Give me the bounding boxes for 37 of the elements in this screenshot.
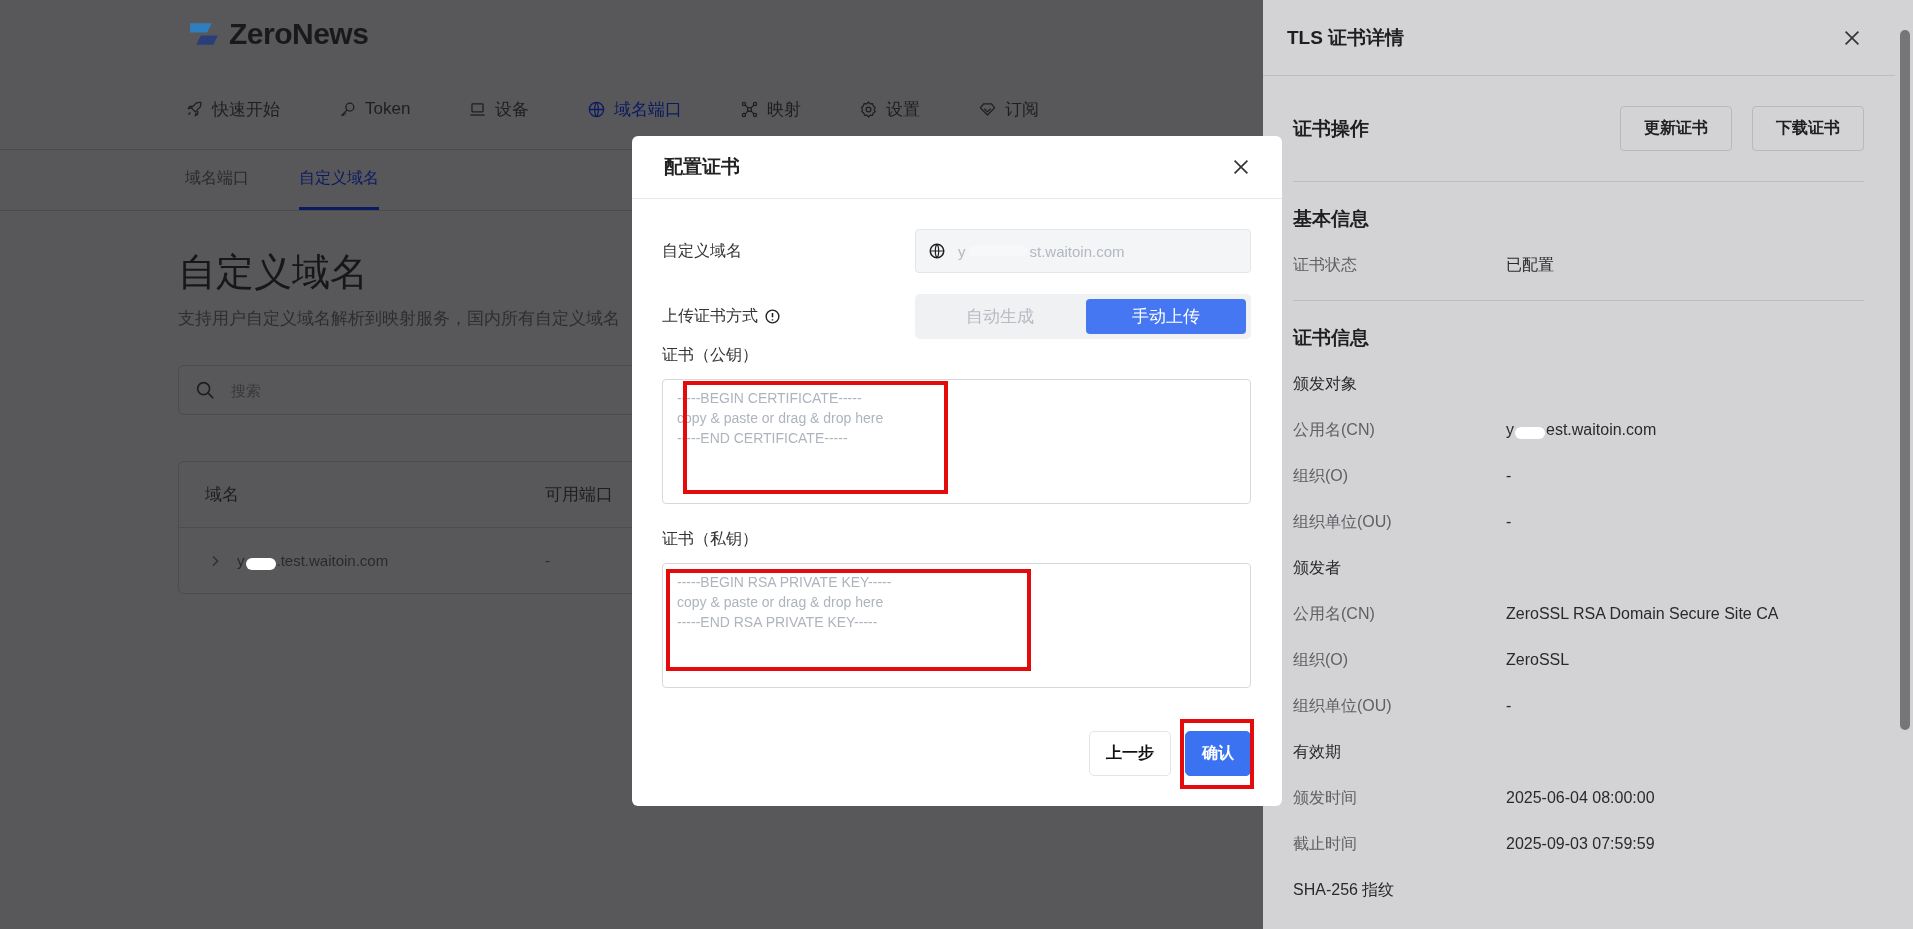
field-value-start: y [1506, 421, 1514, 439]
field-label: 上传证书方式 [662, 306, 758, 326]
field-label: 组织单位(OU) [1293, 511, 1393, 532]
logo: ZeroNews [229, 17, 369, 51]
dialog-title: 配置证书 [664, 155, 740, 179]
group-label: SHA-256 指纹 [1293, 879, 1395, 900]
field-value: 2025-09-03 07:59:59 [1506, 835, 1655, 853]
section-title: 证书信息 [1293, 326, 1370, 350]
field-value: 2025-06-04 08:00:00 [1506, 789, 1655, 807]
drawer-title: TLS 证书详情 [1287, 25, 1405, 50]
column-header: 可用端口 [544, 484, 613, 506]
field-label: 自定义域名 [662, 240, 742, 261]
section-title: 基本信息 [1293, 207, 1370, 231]
column-header: 域名 [204, 484, 239, 506]
field-label: 颁发时间 [1293, 787, 1358, 808]
field-label: 组织(O) [1293, 465, 1350, 486]
field-value-end: est.waitoin.com [1546, 421, 1657, 439]
table-cell-text: - [544, 552, 550, 569]
page-title: 自定义域名 [178, 250, 368, 295]
field-label: 证书（公钥） [662, 345, 759, 365]
field-value: ZeroSSL RSA Domain Secure Site CA [1506, 605, 1779, 623]
field-label: 证书状态 [1293, 254, 1358, 275]
field-label: 组织(O) [1293, 649, 1350, 670]
field-label: 公用名(CN) [1293, 603, 1376, 624]
group-label: 颁发对象 [1293, 373, 1357, 394]
field-value: - [1506, 697, 1512, 715]
field-label: 组织单位(OU) [1293, 695, 1393, 716]
field-label: 证书（私钥） [662, 529, 759, 549]
group-label: 颁发者 [1293, 557, 1341, 578]
field-label: 公用名(CN) [1293, 419, 1376, 440]
field-label: 截止时间 [1293, 833, 1358, 854]
field-value: - [1506, 513, 1512, 531]
field-value: 已配置 [1506, 254, 1554, 275]
field-value: - [1506, 467, 1512, 485]
field-value: ZeroSSL [1506, 651, 1570, 669]
group-label: 有效期 [1293, 741, 1341, 762]
section-title: 证书操作 [1293, 116, 1369, 141]
